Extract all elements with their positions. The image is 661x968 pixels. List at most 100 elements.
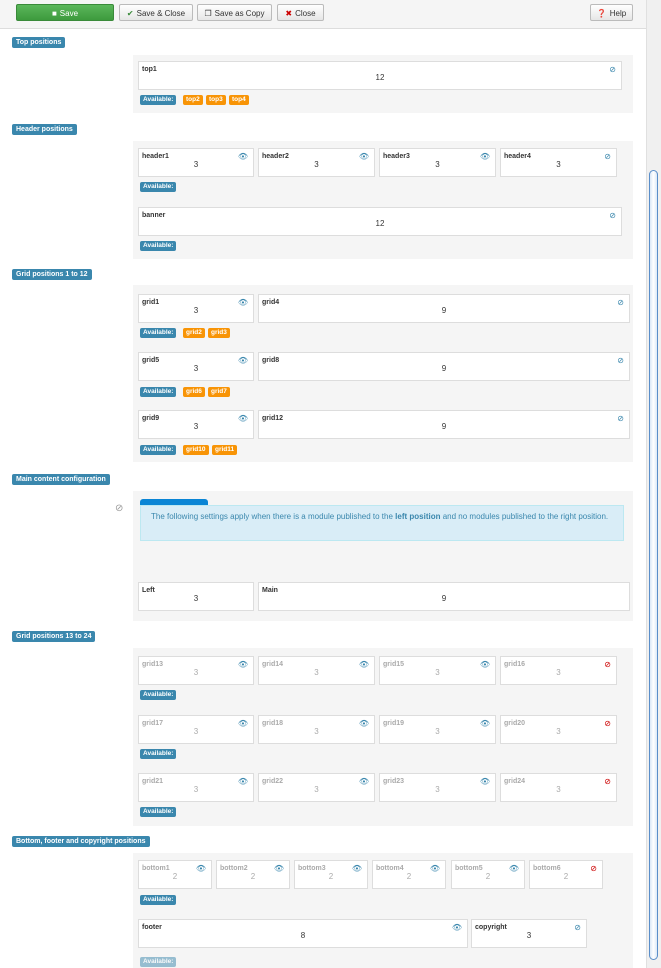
eye-slash-icon[interactable]: ⊘ [609,65,616,74]
position-grid17[interactable]: grid17 3 👁 [138,715,254,744]
position-grid19[interactable]: grid19 3 👁 [379,715,496,744]
position-main[interactable]: Main 9 [258,582,630,611]
position-bottom5[interactable]: bottom5 2 👁 [451,860,525,889]
close-icon: ✖ [285,9,293,18]
save-icon: ■ [51,9,57,18]
eye-icon[interactable]: 👁 [196,864,206,873]
position-grid13[interactable]: grid13 3 👁 [138,656,254,685]
position-grid24[interactable]: grid24 3 ⊘ [500,773,617,802]
eye-icon[interactable]: 👁 [359,777,369,786]
eye-slash-icon[interactable]: ⊘ [604,152,611,161]
eye-icon[interactable]: 👁 [238,356,248,365]
available-label: Available: [140,807,177,817]
position-grid4[interactable]: grid4 9 ⊘ [258,294,630,323]
eye-slash-icon[interactable]: ⊘ [609,211,616,220]
eye-icon[interactable]: 👁 [509,864,519,873]
eye-icon[interactable]: 👁 [359,152,369,161]
tag-grid2[interactable]: grid2 [183,328,205,338]
position-header3[interactable]: header3 3 👁 [379,148,496,177]
eye-icon[interactable]: 👁 [359,719,369,728]
eye-icon[interactable]: 👁 [238,414,248,423]
position-banner[interactable]: banner 12 ⊘ [138,207,622,236]
eye-icon[interactable]: 👁 [480,777,490,786]
tag-grid11[interactable]: grid11 [212,445,238,455]
position-grid20[interactable]: grid20 3 ⊘ [500,715,617,744]
position-header4[interactable]: header4 3 ⊘ [500,148,617,177]
position-grid8[interactable]: grid8 9 ⊘ [258,352,630,381]
position-grid22[interactable]: grid22 3 👁 [258,773,375,802]
info-alert: The following settings apply when there … [140,505,624,541]
position-bottom6[interactable]: bottom6 2 ⊘ [529,860,603,889]
tag-grid6[interactable]: grid6 [183,387,205,397]
eye-icon[interactable]: 👁 [430,864,440,873]
position-grid18[interactable]: grid18 3 👁 [258,715,375,744]
section-label-bottom: Bottom, footer and copyright positions [12,836,150,847]
available-label: Available: [140,328,177,338]
available-label: Available: [140,387,177,397]
eye-slash-icon[interactable]: ⊘ [617,414,624,423]
position-header2[interactable]: header2 3 👁 [258,148,375,177]
eye-slash-icon[interactable]: ⊘ [617,298,624,307]
tag-top2[interactable]: top2 [183,95,203,105]
position-grid9[interactable]: grid9 3 👁 [138,410,254,439]
hidden-icon[interactable]: ⊘ [604,777,611,786]
position-grid21[interactable]: grid21 3 👁 [138,773,254,802]
eye-icon[interactable]: 👁 [352,864,362,873]
position-grid15[interactable]: grid15 3 👁 [379,656,496,685]
check-icon: ✔ [126,9,134,18]
tag-top3[interactable]: top3 [206,95,226,105]
disabled-icon: ⊘ [115,503,124,514]
eye-icon[interactable]: 👁 [274,864,284,873]
section-label-grid-13-24: Grid positions 13 to 24 [12,631,96,642]
tag-grid10[interactable]: grid10 [183,445,209,455]
position-grid1[interactable]: grid1 3 👁 [138,294,254,323]
eye-icon[interactable]: 👁 [238,152,248,161]
section-label-grid-1-12: Grid positions 1 to 12 [12,269,92,280]
hidden-icon[interactable]: ⊘ [604,660,611,669]
available-label: Available: [140,182,177,192]
help-icon: ❓ [596,9,607,18]
scrollbar-thumb[interactable] [649,170,658,960]
save-copy-button[interactable]: ❐ Save as Copy [197,4,272,21]
position-bottom1[interactable]: bottom1 2 👁 [138,860,212,889]
position-footer[interactable]: footer 8 👁 [138,919,468,948]
available-label: Available: [140,241,177,251]
position-left[interactable]: Left 3 [138,582,254,611]
save-close-button[interactable]: ✔ Save & Close [119,4,193,21]
tag-grid3[interactable]: grid3 [208,328,230,338]
section-label-header: Header positions [12,124,77,135]
eye-slash-icon[interactable]: ⊘ [617,356,624,365]
eye-icon[interactable]: 👁 [238,719,248,728]
eye-slash-icon[interactable]: ⊘ [574,923,581,932]
eye-icon[interactable]: 👁 [480,719,490,728]
position-grid16[interactable]: grid16 3 ⊘ [500,656,617,685]
position-grid14[interactable]: grid14 3 👁 [258,656,375,685]
eye-icon[interactable]: 👁 [238,298,248,307]
position-bottom3[interactable]: bottom3 2 👁 [294,860,368,889]
eye-icon[interactable]: 👁 [452,923,462,932]
tag-top4[interactable]: top4 [229,95,249,105]
position-copyright[interactable]: copyright 3 ⊘ [471,919,587,948]
eye-icon[interactable]: 👁 [238,660,248,669]
toolbar: ■ Save ✔ Save & Close ❐ Save as Copy ✖ Close… [0,0,646,29]
available-label: Available: [140,895,177,905]
position-bottom2[interactable]: bottom2 2 👁 [216,860,290,889]
eye-icon[interactable]: 👁 [480,660,490,669]
section-label-main-content: Main content configuration [12,474,110,485]
copy-icon: ❐ [204,9,212,18]
position-bottom4[interactable]: bottom4 2 👁 [372,860,446,889]
position-grid23[interactable]: grid23 3 👁 [379,773,496,802]
eye-icon[interactable]: 👁 [238,777,248,786]
save-button[interactable]: ■ Save [16,4,114,21]
position-header1[interactable]: header1 3 👁 [138,148,254,177]
position-grid5[interactable]: grid5 3 👁 [138,352,254,381]
position-grid12[interactable]: grid12 9 ⊘ [258,410,630,439]
help-button[interactable]: ❓ Help [590,4,633,21]
tag-grid7[interactable]: grid7 [208,387,230,397]
eye-icon[interactable]: 👁 [480,152,490,161]
hidden-icon[interactable]: ⊘ [590,864,597,873]
close-button[interactable]: ✖ Close [277,4,324,21]
hidden-icon[interactable]: ⊘ [604,719,611,728]
eye-icon[interactable]: 👁 [359,660,369,669]
position-top1[interactable]: top1 12 ⊘ [138,61,622,90]
